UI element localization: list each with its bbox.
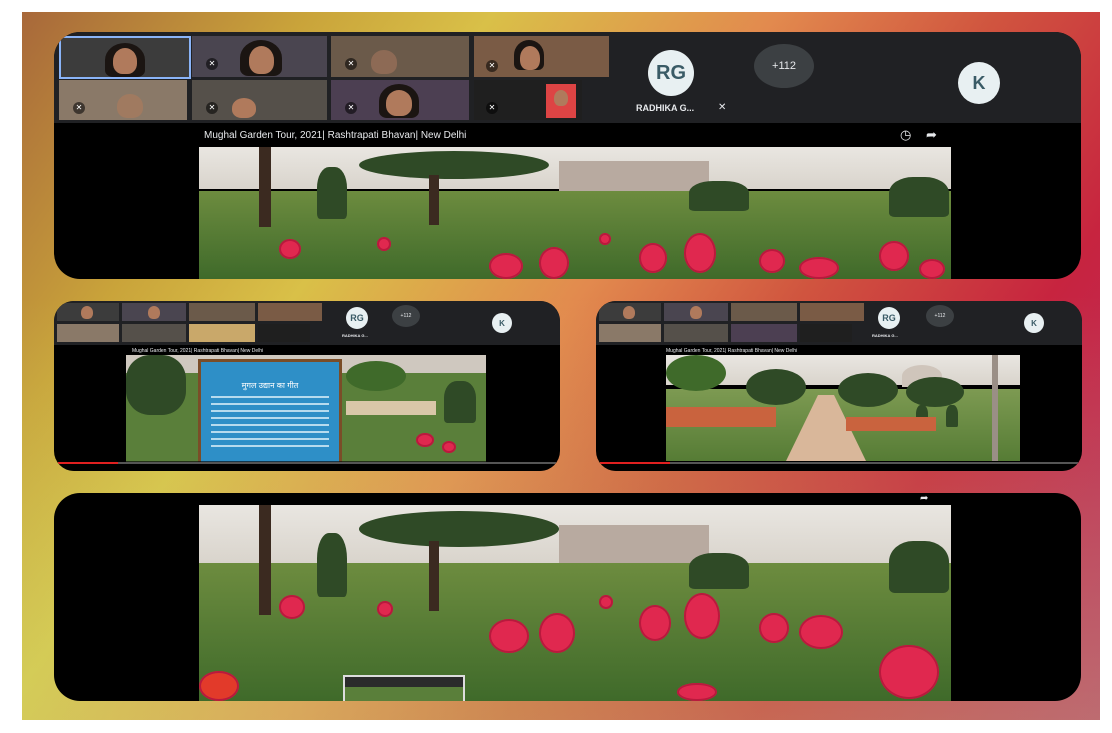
participant-tile[interactable]: ✕	[474, 36, 609, 77]
guest-avatar[interactable]: K	[492, 313, 512, 333]
share-icon[interactable]: ➦	[926, 127, 937, 143]
more-participants-button[interactable]: +112	[754, 44, 814, 88]
participant-strip: RG RADHIKA G... +112 K	[596, 301, 1082, 345]
collage-background: ✕ ✕ ✕ ✕ ✕ ✕ ✕ RG RADHIKA G... ✕ +112 K M…	[22, 12, 1100, 720]
meeting-screenshot-bottom: ➦	[54, 493, 1081, 701]
participant-tile[interactable]	[59, 36, 191, 79]
participant-strip: ✕ ✕ ✕ ✕ ✕ ✕ ✕ RG RADHIKA G... ✕ +112 K	[54, 32, 1081, 123]
progress-bar[interactable]	[58, 462, 118, 464]
presenter-avatar[interactable]: RG	[346, 307, 368, 329]
video-controls[interactable]	[596, 461, 1082, 471]
presenter-name: RADHIKA G...	[342, 333, 368, 338]
participant-tile[interactable]	[599, 324, 661, 342]
participant-tile[interactable]	[664, 303, 728, 321]
participant-tile[interactable]: ✕	[331, 80, 469, 120]
participant-tile[interactable]	[258, 303, 322, 321]
garden-video-frame[interactable]	[199, 147, 951, 279]
participant-tile[interactable]: ✕	[59, 80, 187, 120]
mic-off-icon: ✕	[718, 102, 727, 113]
presenter-name: RADHIKA G...	[636, 103, 695, 113]
mini-video-thumbnail[interactable]	[343, 675, 465, 701]
meeting-screenshot-main: ✕ ✕ ✕ ✕ ✕ ✕ ✕ RG RADHIKA G... ✕ +112 K M…	[54, 32, 1081, 279]
participant-tile[interactable]	[800, 303, 864, 321]
mic-off-icon: ✕	[345, 102, 357, 114]
participant-tile[interactable]: ✕	[474, 80, 582, 120]
participant-tile[interactable]: ✕	[192, 36, 327, 77]
meeting-screenshot-path: RG RADHIKA G... +112 K Mughal Garden Tou…	[596, 301, 1082, 471]
participant-tile[interactable]	[800, 324, 852, 342]
participant-strip: RG RADHIKA G... +112 K	[54, 301, 560, 345]
presenter-name: RADHIKA G...	[872, 333, 898, 338]
guest-avatar[interactable]: K	[958, 62, 1000, 104]
more-participants-button[interactable]: +112	[926, 305, 954, 327]
participant-tile[interactable]	[664, 324, 728, 342]
signboard-video-frame[interactable]: मुगल उद्यान का गीत	[126, 355, 486, 463]
video-title: Mughal Garden Tour, 2021| Rashtrapati Bh…	[666, 348, 798, 354]
mic-off-icon: ✕	[486, 60, 498, 72]
participant-tile[interactable]	[57, 303, 119, 321]
mic-off-icon: ✕	[486, 102, 498, 114]
share-icon[interactable]: ➦	[920, 493, 928, 504]
more-participants-button[interactable]: +112	[392, 305, 420, 327]
participant-tile[interactable]: ✕	[331, 36, 469, 77]
presenter-avatar[interactable]: RG	[648, 50, 694, 96]
participant-tile[interactable]: ✕	[192, 80, 327, 120]
participant-tile[interactable]	[122, 324, 186, 342]
participant-tile[interactable]	[57, 324, 119, 342]
signboard-heading: मुगल उद्यान का गीत	[241, 381, 299, 390]
garden-video-frame[interactable]	[199, 505, 951, 701]
mic-off-icon: ✕	[206, 58, 218, 70]
participant-tile[interactable]	[122, 303, 186, 321]
participant-tile[interactable]	[189, 324, 255, 342]
participant-tile[interactable]	[599, 303, 661, 321]
meeting-screenshot-signboard: RG RADHIKA G... +112 K Mughal Garden Tou…	[54, 301, 560, 471]
video-controls[interactable]	[54, 461, 560, 471]
video-title: Mughal Garden Tour, 2021| Rashtrapati Bh…	[204, 130, 467, 141]
clock-icon[interactable]: ◷	[900, 127, 911, 143]
participant-tile[interactable]	[189, 303, 255, 321]
presenter-avatar[interactable]: RG	[878, 307, 900, 329]
guest-avatar[interactable]: K	[1024, 313, 1044, 333]
participant-tile[interactable]	[258, 324, 310, 342]
garden-path-video-frame[interactable]	[666, 355, 1020, 461]
progress-bar[interactable]	[600, 462, 670, 464]
mic-off-icon: ✕	[73, 102, 85, 114]
signboard: मुगल उद्यान का गीत	[198, 359, 342, 463]
mic-off-icon: ✕	[206, 102, 218, 114]
participant-tile[interactable]	[731, 303, 797, 321]
mic-off-icon: ✕	[345, 58, 357, 70]
video-title: Mughal Garden Tour, 2021| Rashtrapati Bh…	[132, 348, 264, 354]
participant-tile[interactable]	[731, 324, 797, 342]
